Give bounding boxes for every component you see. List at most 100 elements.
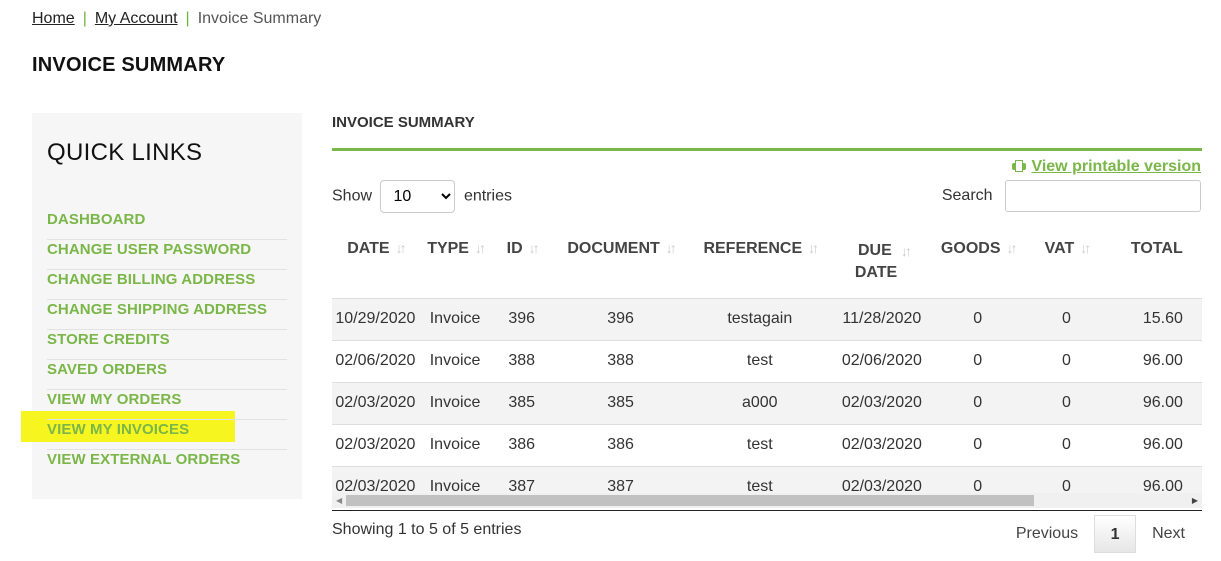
quick-links-title: QUICK LINKS xyxy=(47,139,203,166)
cell-date: 02/03/2020 xyxy=(332,381,419,424)
quick-link-store-credits: STORE CREDITS xyxy=(47,330,287,360)
quick-link-label[interactable]: SAVED ORDERS xyxy=(47,361,167,378)
quick-link-label[interactable]: VIEW MY ORDERS xyxy=(47,391,181,408)
cell-date: 02/06/2020 xyxy=(332,339,419,382)
breadcrumb-separator: | xyxy=(82,10,87,27)
search-control: Search xyxy=(942,180,1201,212)
cell-vat: 0 xyxy=(1022,381,1111,424)
cell-goods: 0 xyxy=(933,423,1023,466)
breadcrumb-account-link[interactable]: My Account xyxy=(95,10,178,27)
quick-link-change-billing: CHANGE BILLING ADDRESS xyxy=(47,270,287,300)
column-label: GOODS xyxy=(940,240,1001,257)
horizontal-scrollbar[interactable]: ◀ ▶ xyxy=(332,493,1202,508)
quick-link-label[interactable]: STORE CREDITS xyxy=(47,331,170,348)
sort-icon: ↓↑ xyxy=(1006,240,1017,256)
column-header-reference[interactable]: REFERENCE ↓↑ xyxy=(689,230,830,298)
column-label: TYPE xyxy=(427,240,469,257)
pagination: Previous 1 Next xyxy=(1000,515,1201,553)
cell-document: 386 xyxy=(551,423,690,466)
quick-link-change-shipping: CHANGE SHIPPING ADDRESS xyxy=(47,300,287,330)
table-info: Showing 1 to 5 of 5 entries xyxy=(332,521,522,538)
quick-link-saved-orders: SAVED ORDERS xyxy=(47,360,287,390)
cell-goods: 0 xyxy=(933,339,1023,382)
sort-icon: ↓↑ xyxy=(900,243,912,259)
invoice-table: DATE ↓↑ TYPE ↓↑ ID ↓↑ DOCUMENT ↓↑ REFERENCE ↓… xyxy=(332,230,1202,508)
column-header-total[interactable]: TOTAL xyxy=(1111,230,1202,298)
sort-icon: ↓↑ xyxy=(808,240,819,256)
quick-link-label[interactable]: CHANGE USER PASSWORD xyxy=(47,241,251,258)
breadcrumb-separator: | xyxy=(185,10,190,27)
table-row: 10/29/2020 Invoice 396 396 testagain 11/… xyxy=(332,297,1202,340)
invoice-table-container: DATE ↓↑ TYPE ↓↑ ID ↓↑ DOCUMENT ↓↑ REFERENCE ↓… xyxy=(332,230,1202,512)
cell-due-date: 02/06/2020 xyxy=(830,339,934,382)
search-input[interactable] xyxy=(1005,180,1201,212)
column-header-type[interactable]: TYPE ↓↑ xyxy=(419,230,492,298)
sort-icon: ↓↑ xyxy=(395,240,407,256)
cell-date: 10/29/2020 xyxy=(332,297,419,340)
cell-document: 396 xyxy=(551,297,690,340)
printer-icon xyxy=(1012,160,1027,172)
show-label: Show xyxy=(332,187,373,205)
cell-due-date: 02/03/2020 xyxy=(830,381,934,424)
cell-reference: a000 xyxy=(689,381,831,424)
cell-id: 396 xyxy=(491,297,552,340)
breadcrumb-current: Invoice Summary xyxy=(197,10,322,27)
section-title: INVOICE SUMMARY xyxy=(332,114,475,131)
cell-total: 15.60 xyxy=(1110,297,1202,340)
breadcrumb-home-link[interactable]: Home xyxy=(32,10,75,27)
table-row: 02/03/2020 Invoice 386 386 test 02/03/20… xyxy=(332,423,1202,466)
column-header-id[interactable]: ID ↓↑ xyxy=(491,230,552,298)
cell-vat: 0 xyxy=(1022,339,1111,382)
column-label: REFERENCE xyxy=(703,240,803,257)
entries-label: entries xyxy=(463,187,512,205)
cell-goods: 0 xyxy=(933,381,1023,424)
page-1-button[interactable]: 1 xyxy=(1094,515,1137,553)
column-header-due-date[interactable]: DUE DATE↓↑ xyxy=(830,230,933,298)
quick-link-view-invoices: VIEW MY INVOICES xyxy=(47,420,287,450)
printable-version-link[interactable]: View printable version xyxy=(1012,158,1201,176)
cell-type: Invoice xyxy=(418,423,492,466)
length-control: Show 10 entries xyxy=(332,180,512,213)
quick-link-label[interactable]: CHANGE BILLING ADDRESS xyxy=(47,271,255,288)
cell-document: 388 xyxy=(551,339,690,382)
quick-link-view-orders: VIEW MY ORDERS xyxy=(47,390,287,420)
column-header-goods[interactable]: GOODS ↓↑ xyxy=(933,230,1022,298)
column-header-document[interactable]: DOCUMENT ↓↑ xyxy=(552,230,689,298)
cell-id: 388 xyxy=(491,339,552,382)
scroll-right-arrow-icon[interactable]: ▶ xyxy=(1192,496,1198,505)
cell-document: 385 xyxy=(551,381,690,424)
quick-link-label[interactable]: VIEW EXTERNAL ORDERS xyxy=(47,451,240,468)
sort-icon: ↓↑ xyxy=(1080,240,1091,256)
cell-due-date: 02/03/2020 xyxy=(830,423,934,466)
sort-icon: ↓↑ xyxy=(474,240,486,256)
next-button[interactable]: Next xyxy=(1136,515,1201,553)
cell-reference: test xyxy=(689,339,831,382)
cell-goods: 0 xyxy=(933,297,1023,340)
printable-version-label: View printable version xyxy=(1031,158,1201,175)
scrollbar-thumb[interactable] xyxy=(346,495,1034,506)
column-label: TOTAL xyxy=(1130,240,1183,257)
quick-link-dashboard: DASHBOARD xyxy=(47,210,287,240)
column-label: VAT xyxy=(1044,240,1075,257)
previous-button[interactable]: Previous xyxy=(1000,515,1094,553)
cell-vat: 0 xyxy=(1022,297,1111,340)
column-header-vat[interactable]: VAT ↓↑ xyxy=(1022,230,1111,298)
table-header-row: DATE ↓↑ TYPE ↓↑ ID ↓↑ DOCUMENT ↓↑ REFERENCE ↓… xyxy=(332,230,1202,298)
cell-due-date: 11/28/2020 xyxy=(830,297,934,340)
sort-icon: ↓↑ xyxy=(665,240,677,256)
scroll-left-arrow-icon[interactable]: ◀ xyxy=(336,496,342,505)
quick-link-label[interactable]: VIEW MY INVOICES xyxy=(47,421,189,438)
quick-link-label[interactable]: DASHBOARD xyxy=(47,211,145,228)
cell-reference: test xyxy=(689,423,831,466)
page-title: INVOICE SUMMARY xyxy=(32,54,226,76)
cell-type: Invoice xyxy=(418,381,492,424)
breadcrumb: Home | My Account | Invoice Summary xyxy=(32,10,321,28)
quick-link-label[interactable]: CHANGE SHIPPING ADDRESS xyxy=(47,301,267,318)
cell-total: 96.00 xyxy=(1110,339,1202,382)
cell-total: 96.00 xyxy=(1110,423,1202,466)
column-header-date[interactable]: DATE ↓↑ xyxy=(332,230,419,298)
section-divider xyxy=(332,148,1202,151)
table-row: 02/06/2020 Invoice 388 388 test 02/06/20… xyxy=(332,339,1202,382)
entries-select[interactable]: 10 xyxy=(380,180,456,213)
quick-links-list: DASHBOARD CHANGE USER PASSWORD CHANGE BI… xyxy=(47,210,287,480)
